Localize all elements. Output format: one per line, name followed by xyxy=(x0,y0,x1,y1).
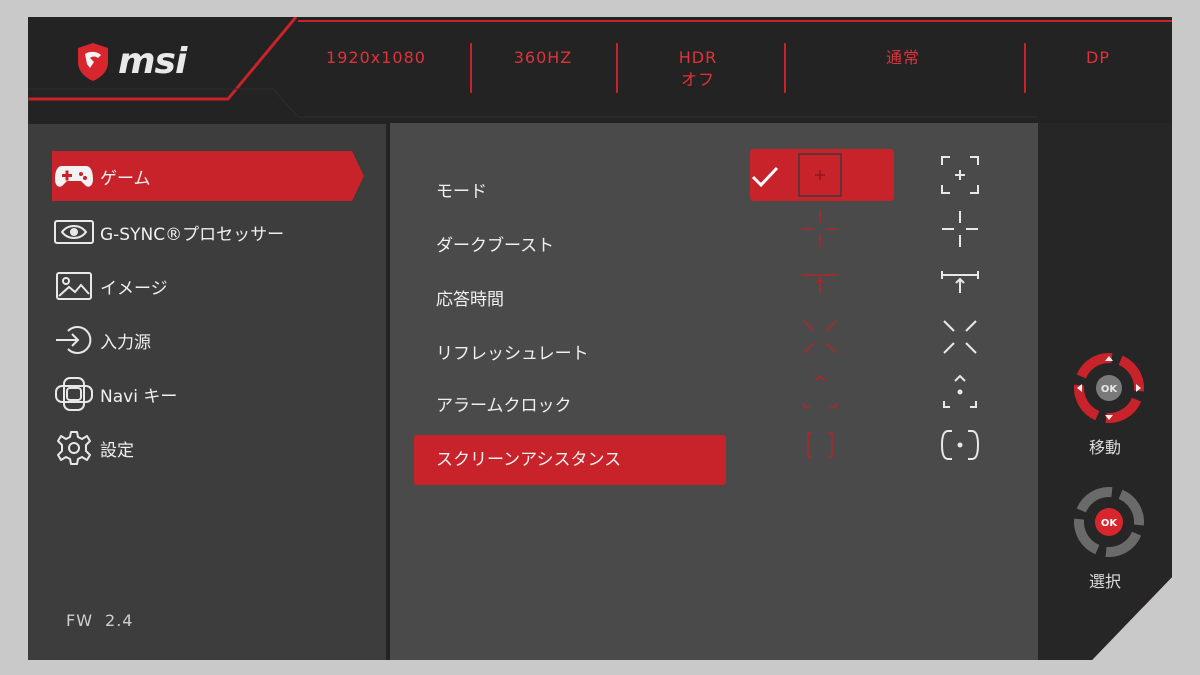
status-mode: 通常 xyxy=(828,47,978,69)
menu-item-label: Navi キー xyxy=(100,386,178,407)
image-icon xyxy=(52,266,96,306)
menu-item-label: イメージ xyxy=(100,278,168,299)
arrow-crosshair-option[interactable] xyxy=(936,259,984,307)
status-input-text: DP xyxy=(1086,48,1110,67)
firmware-version: FW 2.4 xyxy=(66,611,133,630)
menu-item-label: ゲーム xyxy=(100,168,151,189)
menu-item-label: 設定 xyxy=(100,440,134,461)
submenu-item-response-time[interactable]: 応答時間 xyxy=(436,275,504,325)
status-divider xyxy=(616,43,618,93)
menu-item-game[interactable]: ゲーム xyxy=(52,151,364,201)
submenu-item-refresh-rate[interactable]: リフレッシュレート xyxy=(436,329,589,379)
status-hdr-line2: オフ xyxy=(680,70,715,89)
msi-logo: msi xyxy=(76,41,187,82)
msi-dragon-shield-icon xyxy=(78,43,108,81)
submenu-item-alarm-clock[interactable]: アラームクロック xyxy=(436,381,572,431)
submenu-item-dark-boost[interactable]: ダークブースト xyxy=(436,221,554,271)
svg-text:OK: OK xyxy=(1101,518,1119,529)
main-menu: ゲーム G-SYNC®プロセッサー イメージ 入力源 Navi キー 設定 xyxy=(28,124,386,660)
menu-item-gsync-processor[interactable]: G-SYNC®プロセッサー xyxy=(52,207,364,257)
split-cross-crosshair-icon[interactable] xyxy=(796,205,844,253)
navi-joystick-select-icon: OK xyxy=(1074,487,1144,557)
svg-text:OK: OK xyxy=(1101,384,1119,395)
menu-item-navi-key[interactable]: Navi キー xyxy=(52,369,364,419)
bracket-plus-crosshair-icon[interactable] xyxy=(796,151,844,199)
navi-joystick-move-icon: OK xyxy=(1074,353,1144,423)
status-hdr: HDR オフ xyxy=(648,47,748,91)
gamepad-icon xyxy=(52,156,96,196)
gear-icon xyxy=(52,428,96,468)
firmware-label: FW xyxy=(66,611,94,630)
status-refresh-text: 360HZ xyxy=(513,48,573,67)
status-resolution: 1920x1080 xyxy=(312,47,440,69)
status-input: DP xyxy=(1058,47,1138,69)
status-divider xyxy=(470,43,472,93)
menu-item-image[interactable]: イメージ xyxy=(52,261,364,311)
checkmark-icon xyxy=(751,166,779,188)
brand-wordmark: msi xyxy=(118,41,187,82)
menu-item-label: 入力源 xyxy=(100,332,151,353)
osd-menu: msi 1920x1080 360HZ HDR オフ 通常 DP ゲーム G-S… xyxy=(28,17,1172,660)
status-refresh-rate: 360HZ xyxy=(488,47,598,69)
status-divider xyxy=(784,43,786,93)
circle-dot-crosshair-icon[interactable] xyxy=(796,421,844,469)
firmware-number: 2.4 xyxy=(105,611,134,630)
bracket-plus-crosshair-option[interactable] xyxy=(936,151,984,199)
status-hdr-line1: HDR xyxy=(678,48,718,67)
x-crosshair-option[interactable] xyxy=(936,313,984,361)
circle-dot-crosshair-option[interactable] xyxy=(936,421,984,469)
split-cross-crosshair-option[interactable] xyxy=(936,205,984,253)
select-label: 選択 xyxy=(1088,572,1121,591)
input-source-icon xyxy=(52,320,96,360)
menu-item-settings[interactable]: 設定 xyxy=(52,423,364,473)
triangle-crosshair-option[interactable] xyxy=(936,367,984,415)
nvidia-icon xyxy=(52,212,96,252)
submenu-item-screen-assistance[interactable]: スクリーンアシスタンス xyxy=(414,435,726,485)
status-divider xyxy=(1024,43,1026,93)
x-crosshair-icon[interactable] xyxy=(796,313,844,361)
triangle-crosshair-icon[interactable] xyxy=(796,367,844,415)
control-hints-panel: OK 移動 OK 選択 xyxy=(1038,123,1172,660)
game-submenu: モード ダークブースト 応答時間 リフレッシュレート アラームクロック スクリー… xyxy=(390,123,1038,660)
status-mode-text: 通常 xyxy=(885,48,920,67)
move-label: 移動 xyxy=(1088,438,1121,457)
arrow-crosshair-icon[interactable] xyxy=(796,259,844,307)
status-resolution-text: 1920x1080 xyxy=(326,48,426,67)
navi-key-icon xyxy=(52,374,96,414)
submenu-item-mode[interactable]: モード xyxy=(436,167,487,217)
menu-item-label: G-SYNC®プロセッサー xyxy=(100,224,285,245)
menu-item-input-source[interactable]: 入力源 xyxy=(52,315,364,365)
